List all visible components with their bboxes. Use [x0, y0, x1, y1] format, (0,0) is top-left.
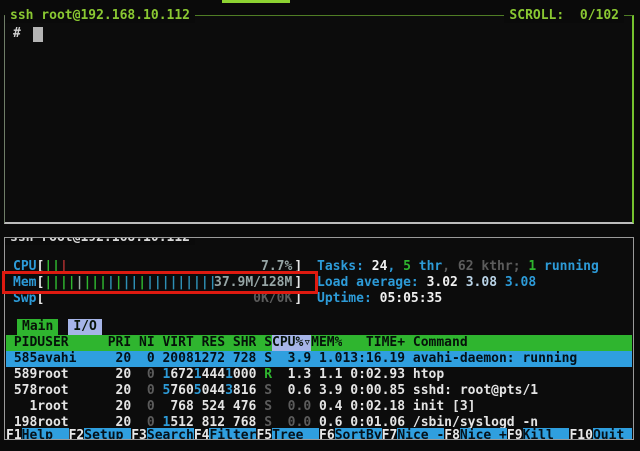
- cell-cpu: CPU%▿: [272, 335, 311, 351]
- cell-pid: 578: [6, 383, 37, 399]
- cell-pid: 589: [6, 367, 37, 383]
- cell-s: S: [256, 351, 272, 367]
- cell-user: root: [37, 383, 100, 399]
- cell-pri: 20: [100, 351, 131, 367]
- cell-cmd: sshd: root@pts/1: [405, 383, 538, 399]
- cell-time: 0:00.85: [342, 383, 405, 399]
- cell-ni: 0: [131, 383, 154, 399]
- cell-time: TIME+: [342, 335, 405, 351]
- tmux-pane-shell[interactable]: ssh root@192.168.10.112 SCROLL: 0/102 #: [4, 15, 634, 224]
- cell-virt: 1672: [155, 367, 194, 383]
- terminal-cursor: [33, 27, 43, 42]
- load-average-line: Load average: 3.02 3.08 3.08: [317, 275, 599, 291]
- cell-cpu: 0.6: [272, 383, 311, 399]
- cell-virt: 768: [155, 399, 194, 415]
- cell-virt: 5760: [155, 383, 194, 399]
- cell-cpu: 0.0: [272, 399, 311, 415]
- process-row[interactable]: 589root200167214441000R1.31.10:02.93htop: [6, 367, 632, 383]
- cell-mem: MEM%: [311, 335, 342, 351]
- cell-res: 1272: [194, 351, 225, 367]
- top-edge-artifact: [222, 0, 290, 3]
- scroll-indicator: SCROLL: 0/102: [504, 8, 624, 23]
- htop-function-key-bar: F1HelpF2SetupF3SearchF4FilterF5TreeF6Sor…: [6, 428, 632, 440]
- cell-s: S: [256, 383, 272, 399]
- cell-pid: PID: [6, 335, 37, 351]
- cell-pri: PRI: [100, 335, 131, 351]
- cell-pri: 20: [100, 383, 131, 399]
- fkey-f4[interactable]: F4Filter: [194, 428, 257, 440]
- cell-cmd: init [3]: [405, 399, 475, 415]
- tab-main[interactable]: Main: [17, 319, 58, 335]
- cell-ni: 0: [131, 399, 154, 415]
- uptime-line: Uptime: 05:05:35: [317, 291, 599, 307]
- cell-time: 13:16.19: [342, 351, 405, 367]
- cell-user: root: [37, 399, 100, 415]
- cell-s: R: [256, 367, 272, 383]
- cell-pid: 585: [6, 351, 37, 367]
- cell-cmd: avahi-daemon: running: [405, 351, 577, 367]
- cell-pri: 20: [100, 399, 131, 415]
- fkey-f8[interactable]: F8Nice +: [444, 428, 507, 440]
- cell-time: 0:02.18: [342, 399, 405, 415]
- annotation-box-mem: [2, 271, 318, 294]
- process-row[interactable]: 1root200768524476S0.00.40:02.18init [3]: [6, 399, 632, 415]
- fkey-f2[interactable]: F2Setup: [69, 428, 132, 440]
- cell-mem: 1.1: [311, 367, 342, 383]
- cell-res: RES: [194, 335, 225, 351]
- htop-summary: Tasks: 24, 5 thr, 62 kthr; 1 runningLoad…: [317, 259, 599, 307]
- cell-virt: VIRT: [155, 335, 194, 351]
- cell-shr: 728: [225, 351, 256, 367]
- cell-shr: 3816: [225, 383, 256, 399]
- cell-res: 5044: [194, 383, 225, 399]
- tmux-pane-htop[interactable]: ssh root@192.168.10.112 CPU[|||7.7%]Mem[…: [4, 237, 634, 440]
- fkey-f3[interactable]: F3Search: [131, 428, 194, 440]
- pane-title-top: ssh root@192.168.10.112: [5, 8, 195, 23]
- cell-pid: 1: [6, 399, 37, 415]
- htop-process-list: 585avahi20020081272728S3.91.013:16.19ava…: [6, 351, 632, 431]
- fkey-f5[interactable]: F5Tree: [256, 428, 319, 440]
- cell-mem: 3.9: [311, 383, 342, 399]
- cell-res: 1444: [194, 367, 225, 383]
- htop-column-header[interactable]: PIDUSERPRINIVIRTRESSHRSCPU%▿MEM%TIME+Com…: [6, 335, 632, 351]
- process-row[interactable]: 585avahi20020081272728S3.91.013:16.19ava…: [6, 351, 632, 367]
- cell-pri: 20: [100, 367, 131, 383]
- cell-virt: 2008: [155, 351, 194, 367]
- cell-user: root: [37, 367, 100, 383]
- cell-shr: SHR: [225, 335, 256, 351]
- cell-s: S: [256, 335, 272, 351]
- cell-cmd: htop: [405, 367, 444, 383]
- cell-user: USER: [37, 335, 100, 351]
- cell-s: S: [256, 399, 272, 415]
- terminal-screen: ssh root@192.168.10.112 SCROLL: 0/102 # …: [0, 0, 640, 451]
- fkey-f10[interactable]: F10Quit: [569, 428, 632, 440]
- tab-io[interactable]: I/O: [68, 319, 101, 335]
- cell-ni: 0: [131, 351, 154, 367]
- cell-res: 524: [194, 399, 225, 415]
- cell-cpu: 3.9: [272, 351, 311, 367]
- cell-user: avahi: [37, 351, 100, 367]
- fkey-f9[interactable]: F9Kill: [507, 428, 570, 440]
- fkey-f1[interactable]: F1Help: [6, 428, 69, 440]
- cell-mem: 0.4: [311, 399, 342, 415]
- cell-ni: NI: [131, 335, 154, 351]
- htop-tab-bar: Main I/O: [17, 319, 112, 335]
- cell-cmd: Command: [405, 335, 468, 351]
- cell-mem: 1.0: [311, 351, 342, 367]
- tasks-line: Tasks: 24, 5 thr, 62 kthr; 1 running: [317, 259, 599, 275]
- cell-ni: 0: [131, 367, 154, 383]
- fkey-f7[interactable]: F7Nice -: [382, 428, 445, 440]
- shell-prompt: #: [13, 26, 21, 42]
- fkey-f6[interactable]: F6SortBy: [319, 428, 382, 440]
- process-row[interactable]: 578root200576050443816S0.63.90:00.85sshd…: [6, 383, 632, 399]
- cell-shr: 1000: [225, 367, 256, 383]
- cell-shr: 476: [225, 399, 256, 415]
- cell-time: 0:02.93: [342, 367, 405, 383]
- pane-title-bottom: ssh root@192.168.10.112: [5, 237, 195, 245]
- cell-cpu: 1.3: [272, 367, 311, 383]
